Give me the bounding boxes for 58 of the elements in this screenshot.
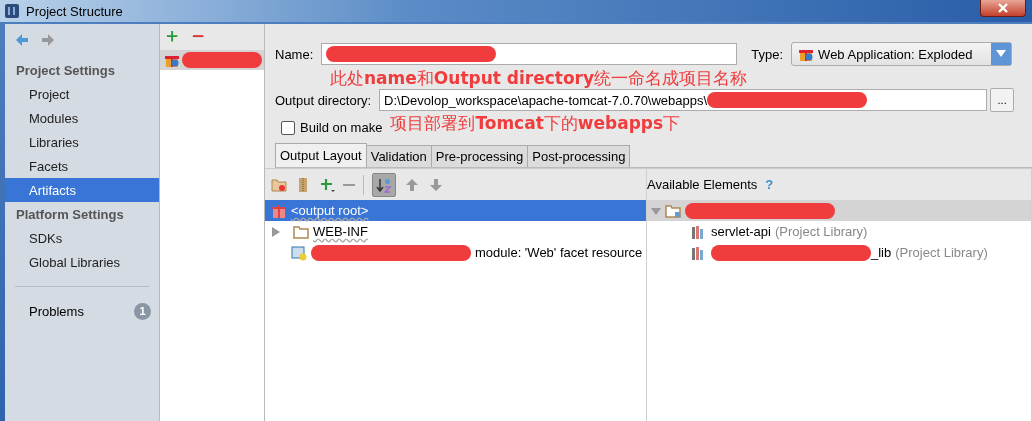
close-icon (998, 3, 1008, 13)
section-heading: Platform Settings (15, 205, 125, 224)
tree-note: (Project Library) (774, 224, 868, 239)
annotation-text: 项目部署到Tomcat下的webapps下 (390, 112, 681, 135)
field-label: Output directory: (275, 92, 372, 108)
module-icon (291, 244, 307, 261)
window-title: Project Structure (26, 3, 123, 19)
tree-label: module: 'Web' facet resource (475, 245, 643, 260)
forward-arrow-icon (40, 32, 56, 48)
tree-row[interactable] (647, 200, 1031, 221)
tree-note: (Project Library) (895, 245, 988, 260)
tab[interactable]: Output Layout (275, 143, 367, 167)
field-label: Type: (751, 46, 784, 62)
back-arrow-icon (14, 32, 30, 48)
name-field[interactable] (321, 43, 738, 65)
add-icon (166, 30, 180, 44)
folder-icon (293, 223, 309, 240)
remove-icon (343, 183, 355, 186)
sort-button[interactable] (372, 172, 396, 197)
panel-heading: Available Elements (647, 177, 758, 192)
add-icon (319, 176, 335, 193)
expand-arrow-icon[interactable] (271, 226, 281, 237)
field-value: D:\Devolop_workspace\apache-tomcat-7.0.70\webapps\ (384, 92, 708, 108)
tree-label: _lib (871, 245, 892, 260)
expand-arrow-icon[interactable] (651, 205, 661, 216)
tab[interactable]: Pre-processing (430, 145, 529, 167)
sidebar-item[interactable]: Facets (5, 154, 159, 178)
sidebar-item[interactable]: SDKs (5, 226, 159, 250)
tree-label: WEB-INF (313, 224, 368, 239)
caret-icon (996, 50, 1007, 58)
type-dropdown[interactable]: Web Application: Exploded (791, 42, 1013, 66)
browse-button[interactable]: ... (990, 88, 1015, 112)
folder-icon (665, 202, 681, 219)
sidebar-item[interactable]: Modules (5, 106, 159, 130)
sidebar-item[interactable]: Libraries (5, 130, 159, 154)
sidebar-item[interactable]: Global Libraries (5, 250, 159, 274)
artifact-item[interactable] (160, 50, 264, 70)
sidebar-item[interactable]: Problems (29, 303, 84, 319)
field-label: Name: (275, 46, 314, 62)
sidebar-item[interactable]: Project (5, 82, 159, 106)
tree-row[interactable]: <output root> (265, 200, 646, 221)
tab[interactable]: Post-processing (527, 145, 631, 167)
section-heading: Project Settings (15, 61, 116, 80)
sidebar-item[interactable]: Artifacts (5, 178, 159, 202)
up-arrow-icon (404, 176, 420, 193)
gift-icon (271, 202, 287, 219)
build-on-make-checkbox[interactable]: Build on make (281, 120, 383, 135)
tree-label: servlet-api (711, 224, 771, 239)
output-directory-field[interactable]: D:\Devolop_workspace\apache-tomcat-7.0.70\webapps\ (379, 89, 988, 111)
annotation-text: 此处name和Output directory统一命名成项目名称 (330, 67, 749, 90)
close-button[interactable] (980, 0, 1026, 17)
down-arrow-icon (428, 176, 444, 193)
app-logo-icon (4, 3, 20, 19)
count-badge: 1 (134, 302, 151, 320)
sort-icon (376, 176, 392, 193)
folder-add-icon (271, 176, 287, 193)
tree-label: <output root> (291, 203, 369, 218)
tab[interactable]: Validation (365, 145, 432, 167)
